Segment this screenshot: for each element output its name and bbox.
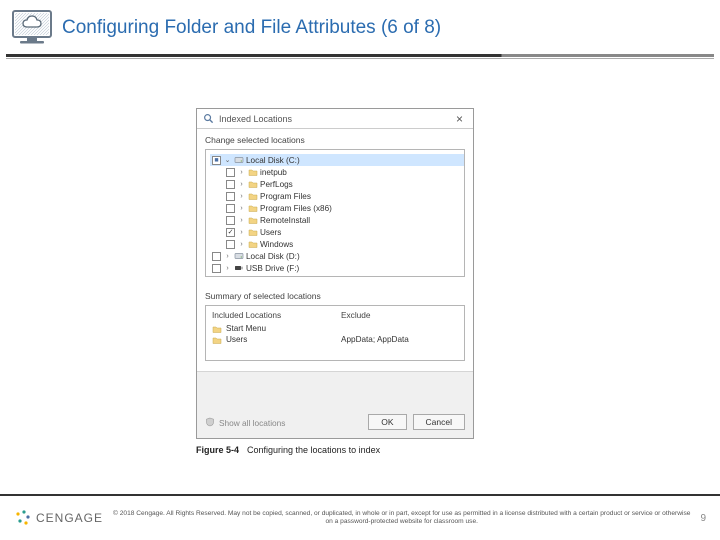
exclude-item: AppData; AppData (341, 334, 458, 345)
folder-icon (248, 179, 258, 189)
chevron-right-icon[interactable]: › (223, 265, 232, 272)
brand: CENGAGE (14, 509, 103, 527)
chevron-right-icon[interactable]: › (237, 205, 246, 212)
tree-row-label: Local Disk (C:) (246, 156, 300, 165)
tree-row[interactable]: › USB Drive (F:) (210, 262, 464, 274)
tree-row-label: Program Files (x86) (260, 204, 332, 213)
disk-icon (234, 251, 244, 261)
figure-container: Indexed Locations × Change selected loca… (196, 108, 474, 455)
included-item: Start Menu (212, 323, 329, 334)
tree-row-label: Program Files (260, 192, 311, 201)
disk-icon (234, 155, 244, 165)
tree-row-label: Users (260, 228, 281, 237)
folder-icon (248, 203, 258, 213)
tree-row-label: PerfLogs (260, 180, 293, 189)
folder-icon (248, 227, 258, 237)
close-icon[interactable]: × (450, 112, 469, 126)
included-column: Included Locations Start Menu Users (206, 306, 335, 360)
folder-icon (248, 191, 258, 201)
tree-row[interactable]: ■⌄ Local Disk (C:) (210, 154, 464, 166)
included-item: Users (212, 334, 329, 345)
copyright-text: © 2018 Cengage. All Rights Reserved. May… (103, 510, 700, 526)
checkbox[interactable] (212, 252, 221, 261)
folder-icon (248, 215, 258, 225)
summary-label: Summary of selected locations (205, 285, 465, 305)
checkbox[interactable] (226, 204, 235, 213)
exclude-column: Exclude AppData; AppData (335, 306, 464, 360)
show-all-locations[interactable]: Show all locations (205, 417, 285, 429)
search-index-icon (203, 113, 214, 124)
exclude-header: Exclude (341, 310, 458, 320)
usb-icon (234, 263, 244, 273)
checkbox[interactable] (212, 264, 221, 273)
tree-row[interactable]: › Local Disk (D:) (210, 250, 464, 262)
locations-tree[interactable]: ■⌄Local Disk (C:)›inetpub›PerfLogs›Progr… (205, 149, 465, 277)
dialog-title: Indexed Locations (219, 114, 450, 124)
chevron-right-icon[interactable]: › (237, 181, 246, 188)
chevron-down-icon[interactable]: ⌄ (223, 156, 232, 164)
folder-icon (248, 239, 258, 249)
folder-icon (212, 324, 222, 334)
included-header: Included Locations (212, 310, 329, 320)
chevron-right-icon[interactable]: › (237, 193, 246, 200)
checkbox[interactable] (226, 192, 235, 201)
folder-icon (248, 167, 258, 177)
divider-thin (6, 58, 714, 59)
folder-icon (212, 335, 222, 345)
tree-row[interactable]: ✓› Users (210, 226, 464, 238)
show-all-label: Show all locations (219, 418, 285, 428)
tree-row[interactable]: › inetpub (210, 166, 464, 178)
checkbox[interactable]: ✓ (226, 228, 235, 237)
tree-row[interactable]: › RemoteInstall (210, 214, 464, 226)
tree-row-label: Windows (260, 240, 293, 249)
figure-number: Figure 5-4 (196, 445, 239, 455)
tree-row[interactable]: › PerfLogs (210, 178, 464, 190)
tree-row-label: Local Disk (D:) (246, 252, 300, 261)
summary-section: Summary of selected locations Included L… (205, 285, 465, 361)
chevron-right-icon[interactable]: › (237, 229, 246, 236)
checkbox[interactable] (226, 180, 235, 189)
brand-text: CENGAGE (36, 511, 103, 525)
checkbox[interactable] (226, 168, 235, 177)
dialog-button-row: Show all locations OK Cancel (197, 371, 473, 438)
tree-row-label: inetpub (260, 168, 287, 177)
shield-icon (205, 417, 215, 429)
dialog-titlebar: Indexed Locations × (197, 109, 473, 129)
cancel-button[interactable]: Cancel (413, 414, 465, 430)
chevron-right-icon[interactable]: › (237, 241, 246, 248)
slide-footer: CENGAGE © 2018 Cengage. All Rights Reser… (0, 494, 720, 540)
checkbox[interactable] (226, 240, 235, 249)
cloud-monitor-icon (10, 8, 54, 48)
checkbox[interactable]: ■ (212, 156, 221, 165)
slide-header: Configuring Folder and File Attributes (… (0, 0, 720, 54)
indexed-locations-dialog: Indexed Locations × Change selected loca… (196, 108, 474, 439)
tree-row[interactable]: › Windows (210, 238, 464, 250)
divider-thick (6, 54, 714, 57)
tree-row-label: RemoteInstall (260, 216, 310, 225)
ok-button[interactable]: OK (368, 414, 406, 430)
included-item-label: Users (226, 335, 247, 344)
chevron-right-icon[interactable]: › (223, 253, 232, 260)
tree-row-label: USB Drive (F:) (246, 264, 299, 273)
included-item-label: Start Menu (226, 324, 266, 333)
change-locations-label: Change selected locations (197, 129, 473, 149)
cengage-logo-icon (14, 509, 32, 527)
tree-row[interactable]: › Program Files (210, 190, 464, 202)
checkbox[interactable] (226, 216, 235, 225)
tree-row[interactable]: › Program Files (x86) (210, 202, 464, 214)
chevron-right-icon[interactable]: › (237, 217, 246, 224)
exclude-item (341, 323, 458, 334)
figure-caption: Figure 5-4 Configuring the locations to i… (196, 445, 474, 455)
chevron-right-icon[interactable]: › (237, 169, 246, 176)
page-title: Configuring Folder and File Attributes (… (62, 17, 441, 39)
page-number: 9 (700, 513, 706, 524)
figure-text: Configuring the locations to index (247, 445, 380, 455)
